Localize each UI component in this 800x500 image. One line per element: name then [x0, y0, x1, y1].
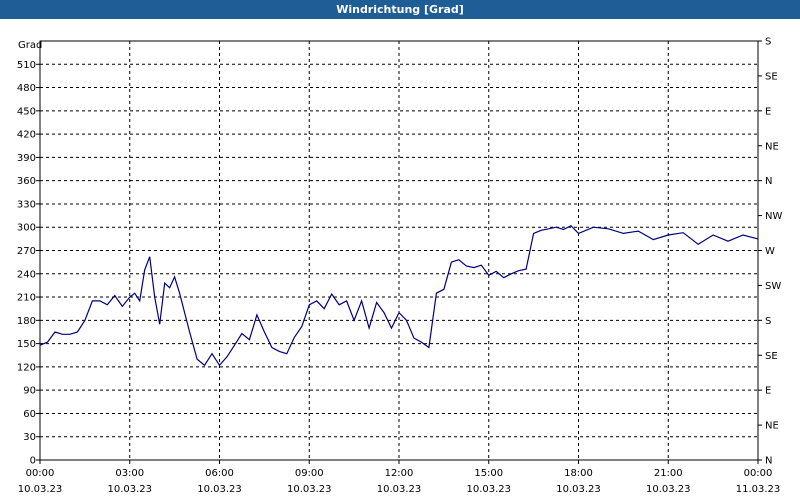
- right-tick-label: E: [765, 106, 771, 117]
- right-tick-label: W: [765, 246, 775, 257]
- wind-direction-chart: Grad 0 30 60 90 120 150 180 210 240 270 300 330 360 3…: [17, 37, 783, 496]
- x-tick-time: 15:00: [474, 468, 503, 479]
- y-tick-label: 450: [17, 106, 36, 117]
- y-tick-label: 240: [17, 269, 36, 280]
- x-tick-time: 03:00: [115, 468, 144, 479]
- right-tick-label: N: [765, 176, 772, 187]
- y-tick-label: 420: [17, 130, 36, 141]
- y-tick-label: 390: [17, 153, 36, 164]
- right-tick-label: SE: [765, 351, 778, 362]
- y-tick-label: 210: [17, 293, 36, 304]
- x-tick-time: 06:00: [205, 468, 234, 479]
- x-tick-date: 10.03.23: [18, 484, 63, 495]
- x-tick-time: 21:00: [654, 468, 683, 479]
- x-tick-date: 10.03.23: [287, 484, 332, 495]
- y-axis-label: Grad: [18, 40, 42, 51]
- x-tick-date: 10.03.23: [197, 484, 242, 495]
- y-tick-label: 480: [17, 83, 36, 94]
- x-tick-date: 10.03.23: [377, 484, 422, 495]
- right-tick-label: NW: [765, 211, 782, 222]
- x-tick-time: 09:00: [295, 468, 324, 479]
- x-tick-date: 11.03.23: [736, 484, 781, 495]
- y-tick-label: 510: [17, 60, 36, 71]
- right-axis-ticks: N NE E SE S SW W NW N NE E SE S: [758, 37, 782, 467]
- y-tick-label: 300: [17, 223, 36, 234]
- y-tick-label: 30: [23, 432, 36, 443]
- right-tick-label: NE: [765, 141, 779, 152]
- y-tick-label: 0: [30, 456, 36, 467]
- grid-lines: [40, 41, 758, 460]
- y-tick-label: 270: [17, 246, 36, 257]
- x-tick-date: 10.03.23: [556, 484, 601, 495]
- right-tick-label: E: [765, 386, 771, 397]
- x-axis-ticks: 00:00 10.03.23 03:00 10.03.23 06:00 10.03.23 0…: [18, 460, 781, 495]
- right-tick-label: NE: [765, 421, 779, 432]
- x-tick-time: 00:00: [744, 468, 773, 479]
- x-tick-date: 10.03.23: [466, 484, 511, 495]
- y-tick-label: 360: [17, 176, 36, 187]
- right-tick-label: N: [765, 456, 772, 467]
- right-tick-label: SE: [765, 71, 778, 82]
- right-tick-label: S: [765, 316, 771, 327]
- y-axis-ticks: 0 30 60 90 120 150 180 210 240 270 300 330 360 390 420…: [17, 60, 40, 467]
- chart-title: Windrichtung [Grad]: [0, 0, 800, 19]
- y-tick-label: 120: [17, 362, 36, 373]
- x-tick-date: 10.03.23: [646, 484, 691, 495]
- x-tick-time: 00:00: [26, 468, 55, 479]
- x-tick-time: 12:00: [385, 468, 414, 479]
- right-tick-label: S: [765, 37, 771, 48]
- y-tick-label: 180: [17, 316, 36, 327]
- x-tick-date: 10.03.23: [107, 484, 152, 495]
- y-tick-label: 330: [17, 199, 36, 210]
- y-tick-label: 60: [23, 409, 36, 420]
- y-tick-label: 150: [17, 339, 36, 350]
- y-tick-label: 90: [23, 386, 36, 397]
- right-tick-label: SW: [765, 281, 781, 292]
- x-tick-time: 18:00: [564, 468, 593, 479]
